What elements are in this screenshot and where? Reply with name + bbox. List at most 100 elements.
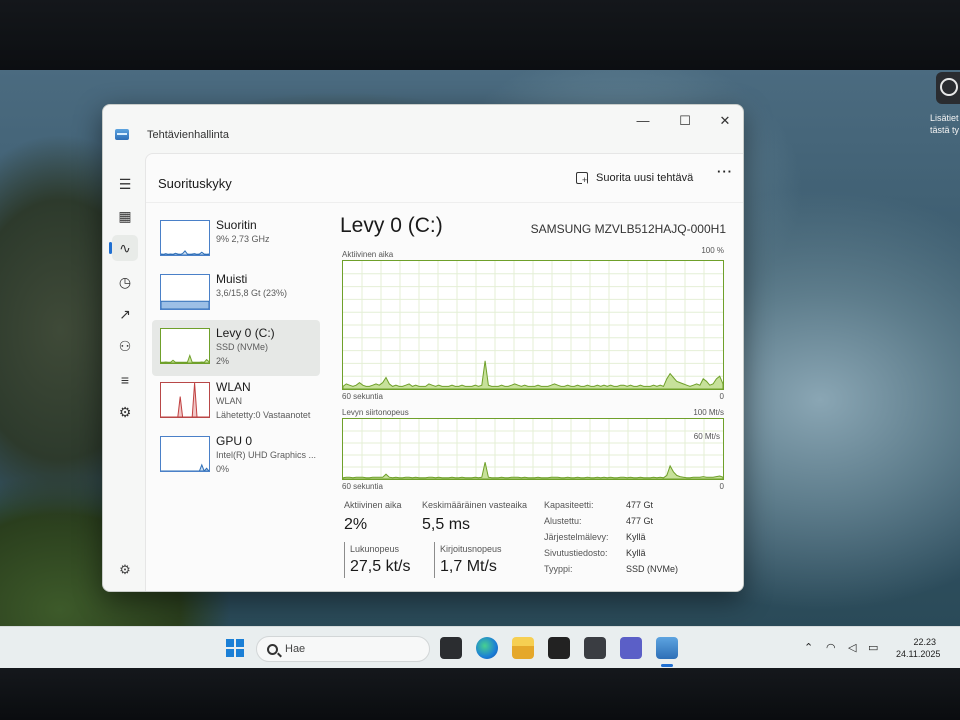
minimize-button[interactable]: —: [623, 107, 663, 135]
title-bar[interactable]: Tehtävienhallinta — ☐ ✕: [103, 105, 743, 141]
property-label: Tyyppi:: [544, 564, 573, 574]
more-options-button[interactable]: ···: [712, 164, 738, 186]
file-explorer-icon[interactable]: [512, 637, 534, 659]
device-item-wlan[interactable]: WLAN WLAN Lähetetty:0 Vastaanotet: [152, 374, 320, 430]
device-name: Levy 0 (C:): [216, 326, 275, 340]
graph1-label: Aktiivinen aika: [342, 250, 394, 259]
search-input[interactable]: [285, 641, 415, 657]
search-icon: [267, 644, 278, 655]
edge-browser-icon[interactable]: [476, 637, 498, 659]
run-new-task-button[interactable]: Suorita uusi tehtävä: [576, 168, 693, 188]
property-value: SSD (NVMe): [626, 564, 679, 574]
run-new-task-label: Suorita uusi tehtävä: [596, 172, 694, 184]
desktop-widget[interactable]: [936, 72, 960, 104]
window-title: Tehtävienhallinta: [147, 129, 229, 141]
performance-page: Suorituskyky Suorita uusi tehtävä ··· Su…: [145, 153, 743, 591]
device-thumbnail-graph: [160, 328, 210, 364]
startup-apps-icon[interactable]: ↗: [112, 301, 138, 327]
wifi-icon[interactable]: ◠: [826, 641, 836, 654]
property-label: Sivutustiedosto:: [544, 548, 608, 558]
navigation-rail: ☰ ▦ ∿ ◷ ↗ ⚇ ≡ ⚙ ⚙: [103, 161, 145, 591]
services-icon[interactable]: ⚙: [112, 399, 138, 425]
task-manager-icon: [115, 129, 129, 140]
read-speed-divider: [344, 542, 345, 578]
task-manager-taskbar-icon[interactable]: [656, 637, 678, 667]
device-thumbnail-graph: [160, 436, 210, 472]
graph2-inner-scale: 60 Mt/s: [693, 432, 720, 441]
active-time-graph: [342, 260, 724, 390]
details-icon[interactable]: ≡: [112, 367, 138, 393]
battery-icon[interactable]: ▭: [868, 641, 878, 654]
desktop-widget-text: Lisätiet tästä ty: [930, 113, 960, 135]
response-time-value: 5,5 ms: [422, 516, 471, 533]
close-button[interactable]: ✕: [705, 107, 743, 135]
transfer-rate-graph-svg: [343, 419, 723, 479]
users-icon[interactable]: ⚇: [112, 333, 138, 359]
property-label: Alustettu:: [544, 516, 582, 526]
volume-icon[interactable]: ◁: [848, 641, 856, 654]
active-time-graph-svg: [343, 261, 723, 389]
clock-date: 24.11.2025: [896, 649, 941, 659]
run-task-icon: [576, 172, 588, 185]
device-name: Muisti: [216, 272, 248, 286]
widget-icon: [940, 78, 958, 96]
settings-gear-icon[interactable]: ⚙: [112, 557, 138, 583]
teams-icon[interactable]: [620, 637, 642, 659]
graph2-min: 0: [719, 482, 724, 491]
clock[interactable]: 22.23 24.11.2025: [896, 636, 941, 660]
property-label: Järjestelmälevy:: [544, 532, 609, 542]
app-history-icon[interactable]: ◷: [112, 269, 138, 295]
mail-icon[interactable]: [584, 637, 606, 659]
device-detail: Lähetetty:0 Vastaanotet: [216, 410, 311, 420]
active-time-value: 2%: [344, 516, 368, 533]
header-divider: [146, 202, 743, 203]
device-name: Suoritin: [216, 218, 257, 232]
device-name: GPU 0: [216, 434, 253, 448]
device-subtitle: SSD (NVMe): [216, 342, 269, 352]
show-hidden-icons-chevron-up-icon[interactable]: ⌃: [804, 641, 813, 654]
device-detail: 2%: [216, 356, 230, 366]
microsoft-store-icon[interactable]: [548, 637, 570, 659]
graph2-label: Levyn siirtonopeus: [342, 408, 409, 417]
page-title: Suorituskyky: [158, 176, 232, 191]
property-value: 477 Gt: [626, 500, 654, 510]
read-speed-value: 27,5 kt/s: [350, 558, 411, 575]
device-item-muisti[interactable]: Muisti 3,6/15,8 Gt (23%): [152, 266, 320, 322]
device-name: WLAN: [216, 380, 251, 394]
detail-title: Levy 0 (C:): [340, 214, 443, 237]
graph2-time: 60 sekuntia: [342, 482, 383, 491]
hamburger-menu-icon[interactable]: ☰: [112, 171, 138, 197]
property-label: Kapasiteetti:: [544, 500, 594, 510]
task-view-icon[interactable]: [440, 637, 462, 659]
task-manager-window: Tehtävienhallinta — ☐ ✕ ☰ ▦ ∿ ◷ ↗ ⚇ ≡ ⚙ …: [102, 104, 744, 592]
property-value: Kyllä: [626, 548, 646, 558]
taskbar: ⌃ ◠ ◁ ▭ 22.23 24.11.2025: [0, 626, 960, 670]
taskbar-search[interactable]: [256, 636, 430, 662]
start-button[interactable]: [226, 639, 244, 657]
write-speed-value: 1,7 Mt/s: [440, 558, 497, 575]
device-detail: 0%: [216, 464, 230, 474]
device-thumbnail-graph: [160, 382, 210, 418]
graph1-max: 100 %: [701, 246, 724, 255]
write-speed-label: Kirjoitusnopeus: [440, 544, 502, 554]
graph1-time: 60 sekuntia: [342, 392, 383, 401]
device-subtitle: 9% 2,73 GHz: [216, 234, 270, 244]
device-thumbnail-graph: [160, 274, 210, 310]
disk-model: SAMSUNG MZVLB512HAJQ-000H1: [530, 222, 726, 236]
graph1-min: 0: [719, 392, 724, 401]
write-speed-divider: [434, 542, 435, 578]
photo-bezel-bottom: [0, 668, 960, 720]
processes-icon[interactable]: ▦: [112, 203, 138, 229]
property-value: Kyllä: [626, 532, 646, 542]
performance-icon[interactable]: ∿: [109, 235, 138, 261]
read-speed-label: Lukunopeus: [350, 544, 400, 554]
graph2-max: 100 Mt/s: [693, 408, 724, 417]
device-thumbnail-graph: [160, 220, 210, 256]
photo-bezel-top: [0, 0, 960, 80]
clock-time: 22.23: [913, 637, 936, 647]
device-item-levy-0-c[interactable]: Levy 0 (C:) SSD (NVMe) 2%: [152, 320, 320, 376]
maximize-button[interactable]: ☐: [665, 107, 705, 135]
transfer-rate-graph: [342, 418, 724, 480]
device-item-gpu-0[interactable]: GPU 0 Intel(R) UHD Graphics ... 0%: [152, 428, 320, 484]
device-item-suoritin[interactable]: Suoritin 9% 2,73 GHz: [152, 212, 320, 268]
